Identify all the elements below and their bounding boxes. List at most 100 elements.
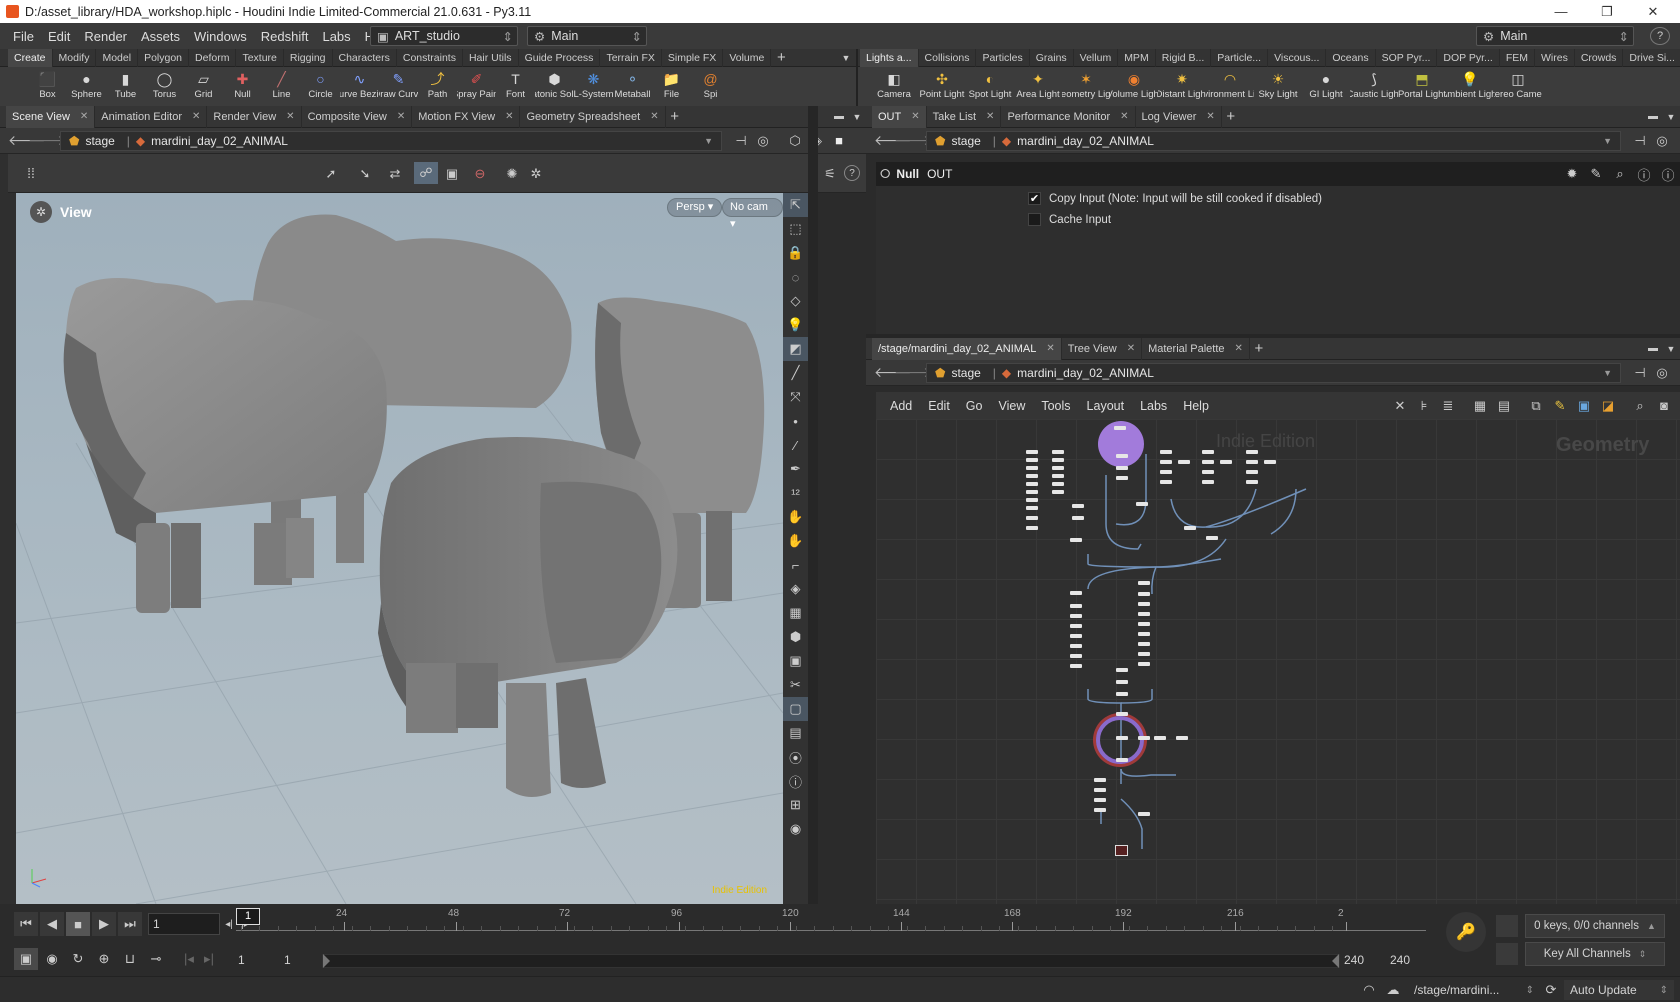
tool-point-light[interactable]: ✣ Point Light: [918, 67, 966, 106]
pane-menu-icon[interactable]: ▼: [1662, 344, 1680, 354]
status-path-dropdown[interactable]: /stage/mardini... ⇕: [1410, 980, 1538, 1000]
network-node[interactable]: [1094, 778, 1106, 782]
shelf-tab-particle[interactable]: Particle...: [1211, 48, 1269, 67]
info-icon[interactable]: ⓘ: [1632, 165, 1656, 184]
network-menu-edit[interactable]: Edit: [920, 399, 958, 413]
network-node[interactable]: [1116, 736, 1128, 740]
network-node[interactable]: [1116, 476, 1128, 480]
tab-render-view[interactable]: Render View ✕: [207, 105, 302, 128]
network-node[interactable]: [1026, 506, 1038, 510]
path-root[interactable]: stage: [85, 134, 114, 148]
menu-assets[interactable]: Assets: [134, 29, 187, 44]
network-node[interactable]: [1264, 460, 1276, 464]
network-node[interactable]: [1070, 644, 1082, 648]
viewport-menu-icon[interactable]: ✲: [30, 201, 52, 223]
image-icon[interactable]: ▣: [1574, 398, 1594, 414]
edge-icon[interactable]: ¹²: [783, 481, 808, 505]
network-node[interactable]: [1052, 490, 1064, 494]
network-node[interactable]: [1026, 458, 1038, 462]
shelf-tab-terrain-fx[interactable]: Terrain FX: [600, 48, 662, 67]
network-node[interactable]: [1026, 450, 1038, 454]
shelf-tab-texture[interactable]: Texture: [236, 48, 284, 67]
shelf-menu-icon[interactable]: ▼: [836, 53, 856, 63]
tool-l-system[interactable]: ❋ L-System: [574, 67, 613, 106]
network-node[interactable]: [1094, 798, 1106, 802]
tool-curve-bezier[interactable]: ∿ Curve Bezier: [340, 67, 379, 106]
grid-view-icon[interactable]: ▦: [1470, 398, 1490, 414]
network-node[interactable]: [1070, 654, 1082, 658]
network-node[interactable]: [1202, 470, 1214, 474]
range-end-field[interactable]: 240: [1340, 950, 1382, 970]
network-node[interactable]: [1116, 454, 1128, 458]
right-main-selector[interactable]: ⚙ Main ⇕: [1476, 26, 1634, 46]
network-node[interactable]: [1070, 664, 1082, 668]
network-editor[interactable]: Indie Edition Geometry: [876, 419, 1680, 904]
camera-settings-icon[interactable]: ✲: [526, 164, 546, 184]
add-shelf-icon[interactable]: +: [771, 49, 791, 66]
network-node[interactable]: [1116, 466, 1128, 470]
shelf-tab-oceans[interactable]: Oceans: [1326, 48, 1376, 67]
range-start-field-2[interactable]: 1: [280, 950, 320, 970]
close-tab-icon[interactable]: ✕: [911, 106, 919, 128]
network-node[interactable]: [1070, 604, 1082, 608]
timeline-ruler[interactable]: 1 24 48 72 96 120 144 168 192 216 2: [236, 908, 1426, 938]
tool-circle[interactable]: ○ Circle: [301, 67, 340, 106]
shelf-tab-grains[interactable]: Grains: [1030, 48, 1074, 67]
tool-portal-light[interactable]: ⬒ Portal Light: [1398, 67, 1446, 106]
3d-viewport[interactable]: ✲ View Persp ▾ No cam ▾ Indie Edition: [16, 193, 783, 904]
tool-box[interactable]: ⬛ Box: [28, 67, 67, 106]
tool-file[interactable]: 📁 File: [652, 67, 691, 106]
wrench-icon[interactable]: ✕: [1390, 398, 1410, 414]
network-node[interactable]: [1070, 538, 1082, 542]
network-menu-tools[interactable]: Tools: [1033, 399, 1078, 413]
pane-maximize-icon[interactable]: ▬: [1644, 111, 1662, 122]
back-arrow-icon[interactable]: 🡐: [874, 132, 912, 149]
network-node[interactable]: [1094, 788, 1106, 792]
target-icon[interactable]: ⊕: [92, 948, 116, 970]
node-name-field[interactable]: OUT: [927, 167, 952, 181]
network-node[interactable]: [1160, 470, 1172, 474]
chevron-down-icon[interactable]: ▼: [1603, 368, 1612, 378]
shelf-tab-characters[interactable]: Characters: [333, 48, 397, 67]
shelf-tab-lights-a[interactable]: Lights a...: [860, 48, 919, 67]
audio-scrub-icon[interactable]: ◉: [40, 948, 64, 970]
close-tab-icon[interactable]: ✕: [1046, 338, 1054, 360]
tool-gi-light[interactable]: ● GI Light: [1302, 67, 1350, 106]
handle-icon[interactable]: ⤧: [783, 385, 808, 409]
shelf-tab-volume[interactable]: Volume: [723, 48, 772, 67]
box-icon[interactable]: ▢: [783, 697, 808, 721]
update-mode-dropdown[interactable]: Auto Update ⇕: [1564, 980, 1674, 1000]
path-root[interactable]: stage: [951, 366, 980, 380]
tool-environment-light[interactable]: ◠ Environment Light: [1206, 67, 1254, 106]
network-node[interactable]: [1160, 450, 1172, 454]
network-node[interactable]: [1026, 516, 1038, 520]
tool-camera[interactable]: ◧ Camera: [870, 67, 918, 106]
network-node[interactable]: [1114, 426, 1126, 430]
background-icon[interactable]: ▤: [783, 721, 808, 745]
activity-icon[interactable]: ◠: [1360, 981, 1378, 999]
forward-arrow-icon[interactable]: 🡒: [894, 132, 932, 149]
dot-icon[interactable]: •: [783, 409, 808, 433]
wireframe-icon[interactable]: ◇: [783, 289, 808, 313]
close-tab-icon[interactable]: ✕: [1127, 338, 1135, 360]
audio-icon[interactable]: 🔑: [1446, 912, 1486, 952]
search-icon[interactable]: ⌕: [1608, 166, 1632, 182]
view-icon[interactable]: ▣: [442, 164, 462, 184]
range-slider[interactable]: [322, 954, 1340, 968]
shelf-tab-vellum[interactable]: Vellum: [1074, 48, 1119, 67]
scale-icon[interactable]: ✋: [783, 505, 808, 529]
tool-spray-paint[interactable]: ✐ Spray Paint: [457, 67, 496, 106]
pin-icon[interactable]: ⊣: [1629, 133, 1651, 149]
tool-caustic-light[interactable]: ⟆ Caustic Light: [1350, 67, 1398, 106]
network-node[interactable]: [1070, 634, 1082, 638]
tab-tree-view[interactable]: Tree View ✕: [1062, 337, 1143, 360]
network-node[interactable]: [1138, 592, 1150, 596]
network-node[interactable]: [1202, 450, 1214, 454]
snapping-icon[interactable]: ⁞⁞: [22, 164, 40, 182]
edit-icon[interactable]: ✎: [1584, 166, 1608, 182]
display-icon[interactable]: ⬚: [783, 217, 808, 241]
pane-maximize-icon[interactable]: ▬: [830, 111, 848, 122]
gear-icon[interactable]: ✹: [1560, 166, 1584, 182]
shelf-tab-collisions[interactable]: Collisions: [919, 48, 977, 67]
palette-icon[interactable]: ◪: [1598, 398, 1618, 414]
